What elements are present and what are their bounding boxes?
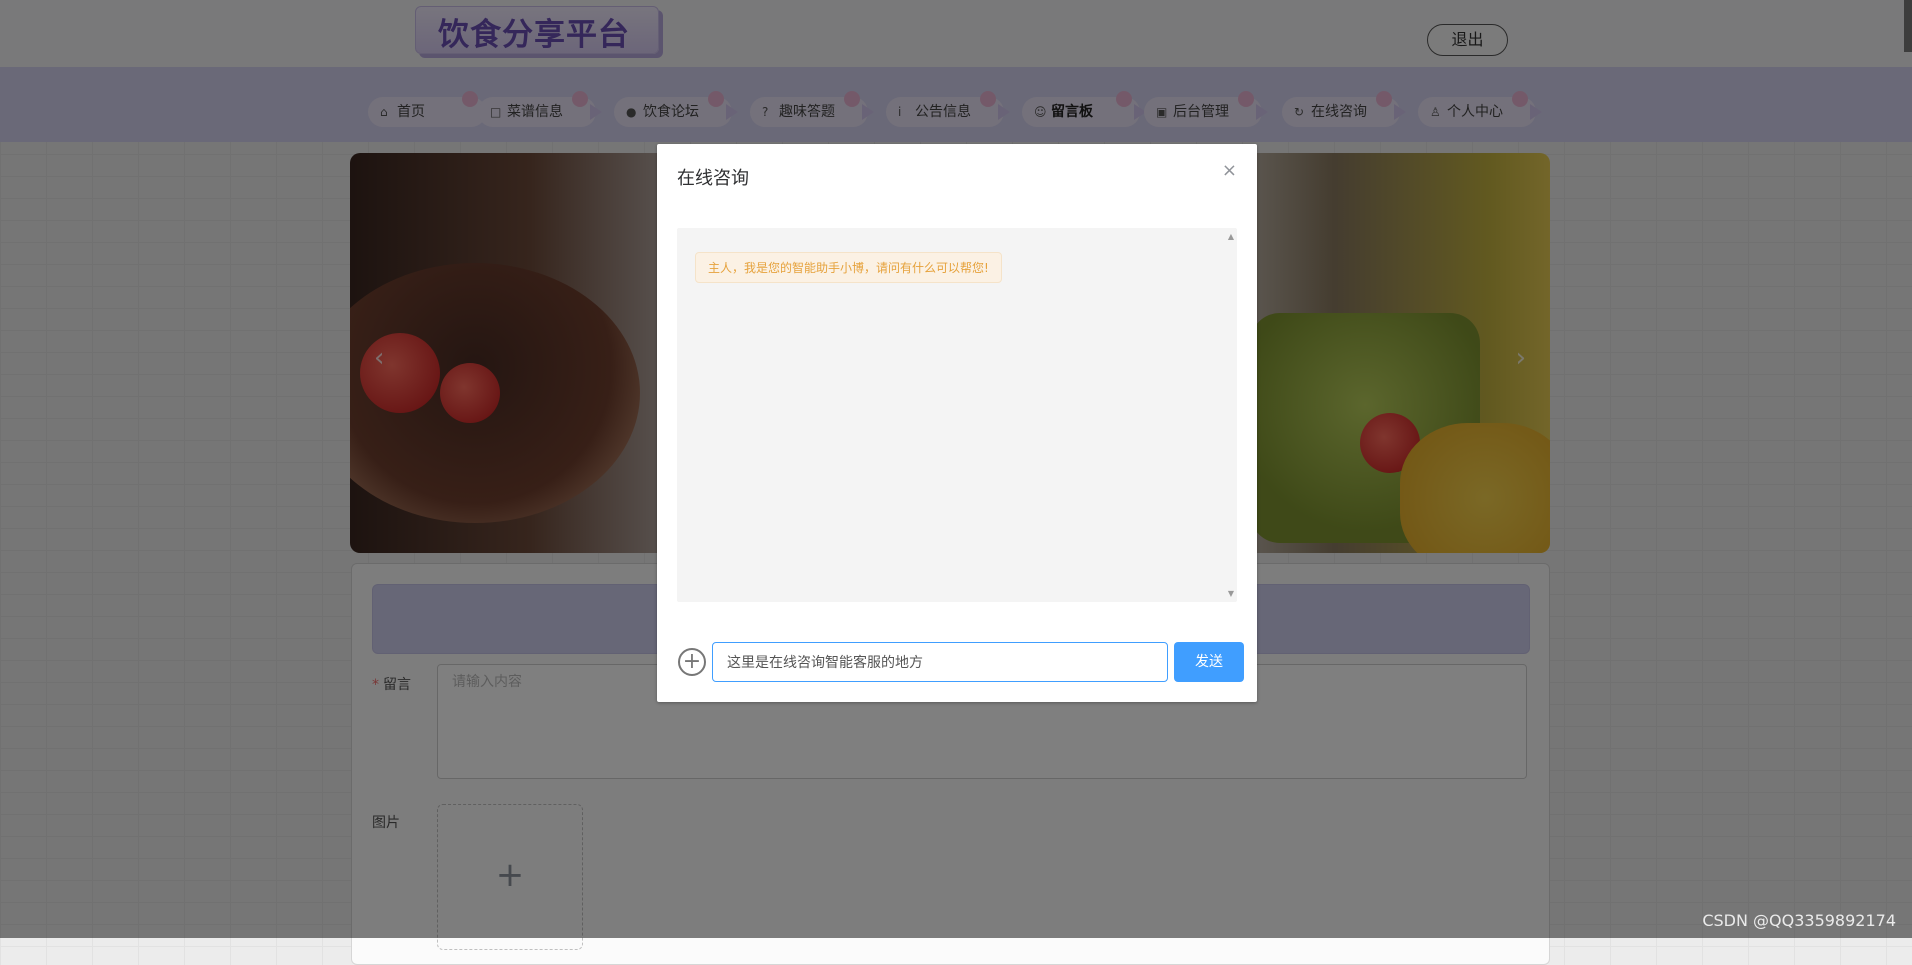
- close-icon[interactable]: ×: [1222, 160, 1237, 181]
- bot-message: 主人，我是您的智能助手小博，请问有什么可以帮您!: [695, 252, 1002, 283]
- send-button[interactable]: 发送: [1174, 642, 1244, 682]
- consult-dialog: 在线咨询 × 主人，我是您的智能助手小博，请问有什么可以帮您! ▲ ▼ + 发送: [657, 144, 1257, 702]
- scroll-down-icon[interactable]: ▼: [1228, 589, 1234, 598]
- chat-history[interactable]: 主人，我是您的智能助手小博，请问有什么可以帮您! ▲ ▼: [677, 228, 1237, 602]
- dialog-title: 在线咨询: [677, 168, 749, 189]
- watermark: CSDN @QQ3359892174: [1702, 911, 1896, 930]
- scroll-up-icon[interactable]: ▲: [1228, 232, 1234, 241]
- chat-input[interactable]: [712, 642, 1168, 682]
- add-attachment-icon[interactable]: +: [678, 648, 706, 676]
